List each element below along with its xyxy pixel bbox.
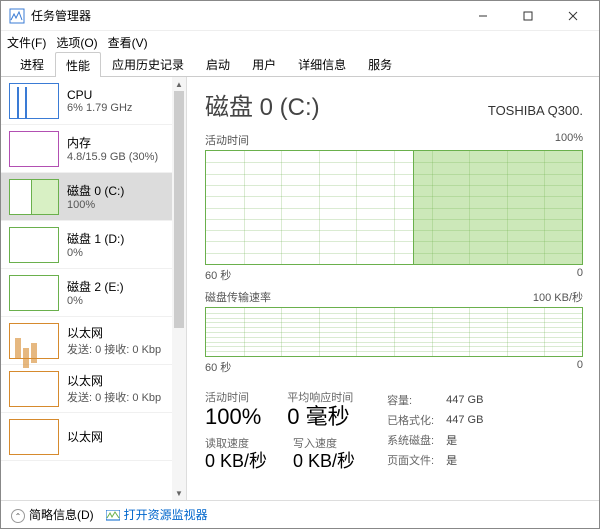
sidebar-item-sub: 4.8/15.9 GB (30%) xyxy=(67,151,158,163)
capacity-label: 容量: xyxy=(387,391,444,409)
chart-transfer-rate: 磁盘传输速率 100 KB/秒 60 秒 0 xyxy=(205,289,583,375)
app-icon xyxy=(9,8,25,24)
chart1-label-left: 活动时间 xyxy=(205,132,249,148)
tab-performance[interactable]: 性能 xyxy=(55,52,101,77)
read-speed-label: 读取速度 xyxy=(205,435,267,451)
sidebar-item-title: 磁盘 0 (C:) xyxy=(67,182,124,199)
menu-file[interactable]: 文件(F) xyxy=(7,34,46,51)
performance-main: 磁盘 0 (C:) TOSHIBA Q300. 活动时间 100% 60 秒 0 xyxy=(187,77,599,500)
sidebar-item-title: 磁盘 1 (D:) xyxy=(67,230,124,247)
minimize-button[interactable] xyxy=(460,1,505,31)
sidebar-item-disk-3[interactable]: 磁盘 1 (D:)0% xyxy=(1,221,186,269)
active-time-label: 活动时间 xyxy=(205,389,261,405)
chart-active-time: 活动时间 100% 60 秒 0 xyxy=(205,132,583,283)
open-resource-monitor-link[interactable]: 打开资源监视器 xyxy=(106,506,208,523)
thumbnail-chart-icon xyxy=(9,371,59,407)
open-resource-monitor-label: 打开资源监视器 xyxy=(124,508,208,522)
sidebar-item-sub: 0% xyxy=(67,295,124,307)
fewer-details-button[interactable]: ⌃ 简略信息(D) xyxy=(11,506,94,524)
sidebar-item-eth-6[interactable]: 以太网发送: 0 接收: 0 Kbp xyxy=(1,365,186,413)
sidebar-item-sub: 100% xyxy=(67,199,124,211)
tab-users[interactable]: 用户 xyxy=(241,51,287,76)
monitor-icon xyxy=(106,510,120,522)
disk-model: TOSHIBA Q300. xyxy=(488,103,583,118)
chart1-canvas xyxy=(205,150,583,265)
pagefile-value: 是 xyxy=(446,451,493,469)
read-speed-value: 0 KB/秒 xyxy=(205,451,267,473)
window-title: 任务管理器 xyxy=(31,7,460,24)
menu-options[interactable]: 选项(O) xyxy=(56,34,97,51)
avg-response-label: 平均响应时间 xyxy=(287,389,353,405)
titlebar: 任务管理器 xyxy=(1,1,599,31)
tab-services[interactable]: 服务 xyxy=(357,51,403,76)
chart1-footer-left: 60 秒 xyxy=(205,267,231,283)
thumbnail-chart-icon xyxy=(9,419,59,455)
sidebar-item-title: 以太网 xyxy=(67,372,161,389)
chart2-footer-right: 0 xyxy=(577,359,583,375)
scrollbar-thumb[interactable] xyxy=(174,91,184,328)
task-manager-window: 任务管理器 文件(F) 选项(O) 查看(V) 进程 性能 应用历史记录 启动 … xyxy=(0,0,600,529)
thumbnail-chart-icon xyxy=(9,275,59,311)
chart2-label-left: 磁盘传输速率 xyxy=(205,289,271,305)
disk-stats: 活动时间 100% 平均响应时间 0 毫秒 读取速度 0 KB/秒 xyxy=(205,389,583,479)
sidebar-item-cpu-0[interactable]: CPU6% 1.79 GHz xyxy=(1,77,186,125)
system-disk-label: 系统磁盘: xyxy=(387,431,444,449)
scroll-down-icon[interactable]: ▼ xyxy=(172,486,186,500)
write-speed-label: 写入速度 xyxy=(293,435,355,451)
footer: ⌃ 简略信息(D) 打开资源监视器 xyxy=(1,500,599,528)
sidebar-item-title: 以太网 xyxy=(67,324,161,341)
sidebar-item-title: CPU xyxy=(67,88,132,102)
sidebar-item-sub: 0% xyxy=(67,247,124,259)
pagefile-label: 页面文件: xyxy=(387,451,444,469)
tab-startup[interactable]: 启动 xyxy=(195,51,241,76)
sidebar-item-eth-7[interactable]: 以太网 xyxy=(1,413,186,461)
capacity-value: 447 GB xyxy=(446,391,493,409)
chart2-canvas xyxy=(205,307,583,357)
maximize-button[interactable] xyxy=(505,1,550,31)
disk-heading: 磁盘 0 (C:) xyxy=(205,87,320,122)
sidebar-item-title: 内存 xyxy=(67,134,158,151)
menubar: 文件(F) 选项(O) 查看(V) xyxy=(1,31,599,53)
thumbnail-chart-icon xyxy=(9,131,59,167)
tab-processes[interactable]: 进程 xyxy=(9,51,55,76)
performance-sidebar: CPU6% 1.79 GHz内存4.8/15.9 GB (30%)磁盘 0 (C… xyxy=(1,77,187,500)
close-button[interactable] xyxy=(550,1,595,31)
chart1-label-right: 100% xyxy=(555,132,583,148)
thumbnail-chart-icon xyxy=(9,323,59,359)
sidebar-item-sub: 发送: 0 接收: 0 Kbp xyxy=(67,341,161,357)
thumbnail-chart-icon xyxy=(9,179,59,215)
body: CPU6% 1.79 GHz内存4.8/15.9 GB (30%)磁盘 0 (C… xyxy=(1,77,599,500)
sidebar-item-disk-2[interactable]: 磁盘 0 (C:)100% xyxy=(1,173,186,221)
chart2-footer-left: 60 秒 xyxy=(205,359,231,375)
chart2-label-right: 100 KB/秒 xyxy=(533,289,583,305)
tab-bar: 进程 性能 应用历史记录 启动 用户 详细信息 服务 xyxy=(1,53,599,77)
tab-details[interactable]: 详细信息 xyxy=(287,51,357,76)
chart1-footer-right: 0 xyxy=(577,267,583,283)
sidebar-item-sub: 6% 1.79 GHz xyxy=(67,102,132,114)
tab-apphistory[interactable]: 应用历史记录 xyxy=(101,51,195,76)
write-speed-value: 0 KB/秒 xyxy=(293,451,355,473)
active-time-value: 100% xyxy=(205,405,261,429)
thumbnail-chart-icon xyxy=(9,83,59,119)
sidebar-item-sub: 发送: 0 接收: 0 Kbp xyxy=(67,389,161,405)
sidebar-scrollbar[interactable]: ▲ ▼ xyxy=(172,77,186,500)
sidebar-item-disk-4[interactable]: 磁盘 2 (E:)0% xyxy=(1,269,186,317)
system-disk-value: 是 xyxy=(446,431,493,449)
fewer-details-label: 简略信息(D) xyxy=(29,508,94,522)
sidebar-item-eth-5[interactable]: 以太网发送: 0 接收: 0 Kbp xyxy=(1,317,186,365)
menu-view[interactable]: 查看(V) xyxy=(108,34,148,51)
scroll-up-icon[interactable]: ▲ xyxy=(172,77,186,91)
formatted-label: 已格式化: xyxy=(387,411,444,429)
avg-response-value: 0 毫秒 xyxy=(287,405,353,429)
formatted-value: 447 GB xyxy=(446,411,493,429)
sidebar-item-mem-1[interactable]: 内存4.8/15.9 GB (30%) xyxy=(1,125,186,173)
sidebar-item-title: 以太网 xyxy=(67,428,103,445)
disk-properties: 容量:447 GB 已格式化:447 GB 系统磁盘:是 页面文件:是 xyxy=(385,389,495,479)
chevron-up-icon: ⌃ xyxy=(11,509,25,523)
sidebar-item-title: 磁盘 2 (E:) xyxy=(67,278,124,295)
thumbnail-chart-icon xyxy=(9,227,59,263)
